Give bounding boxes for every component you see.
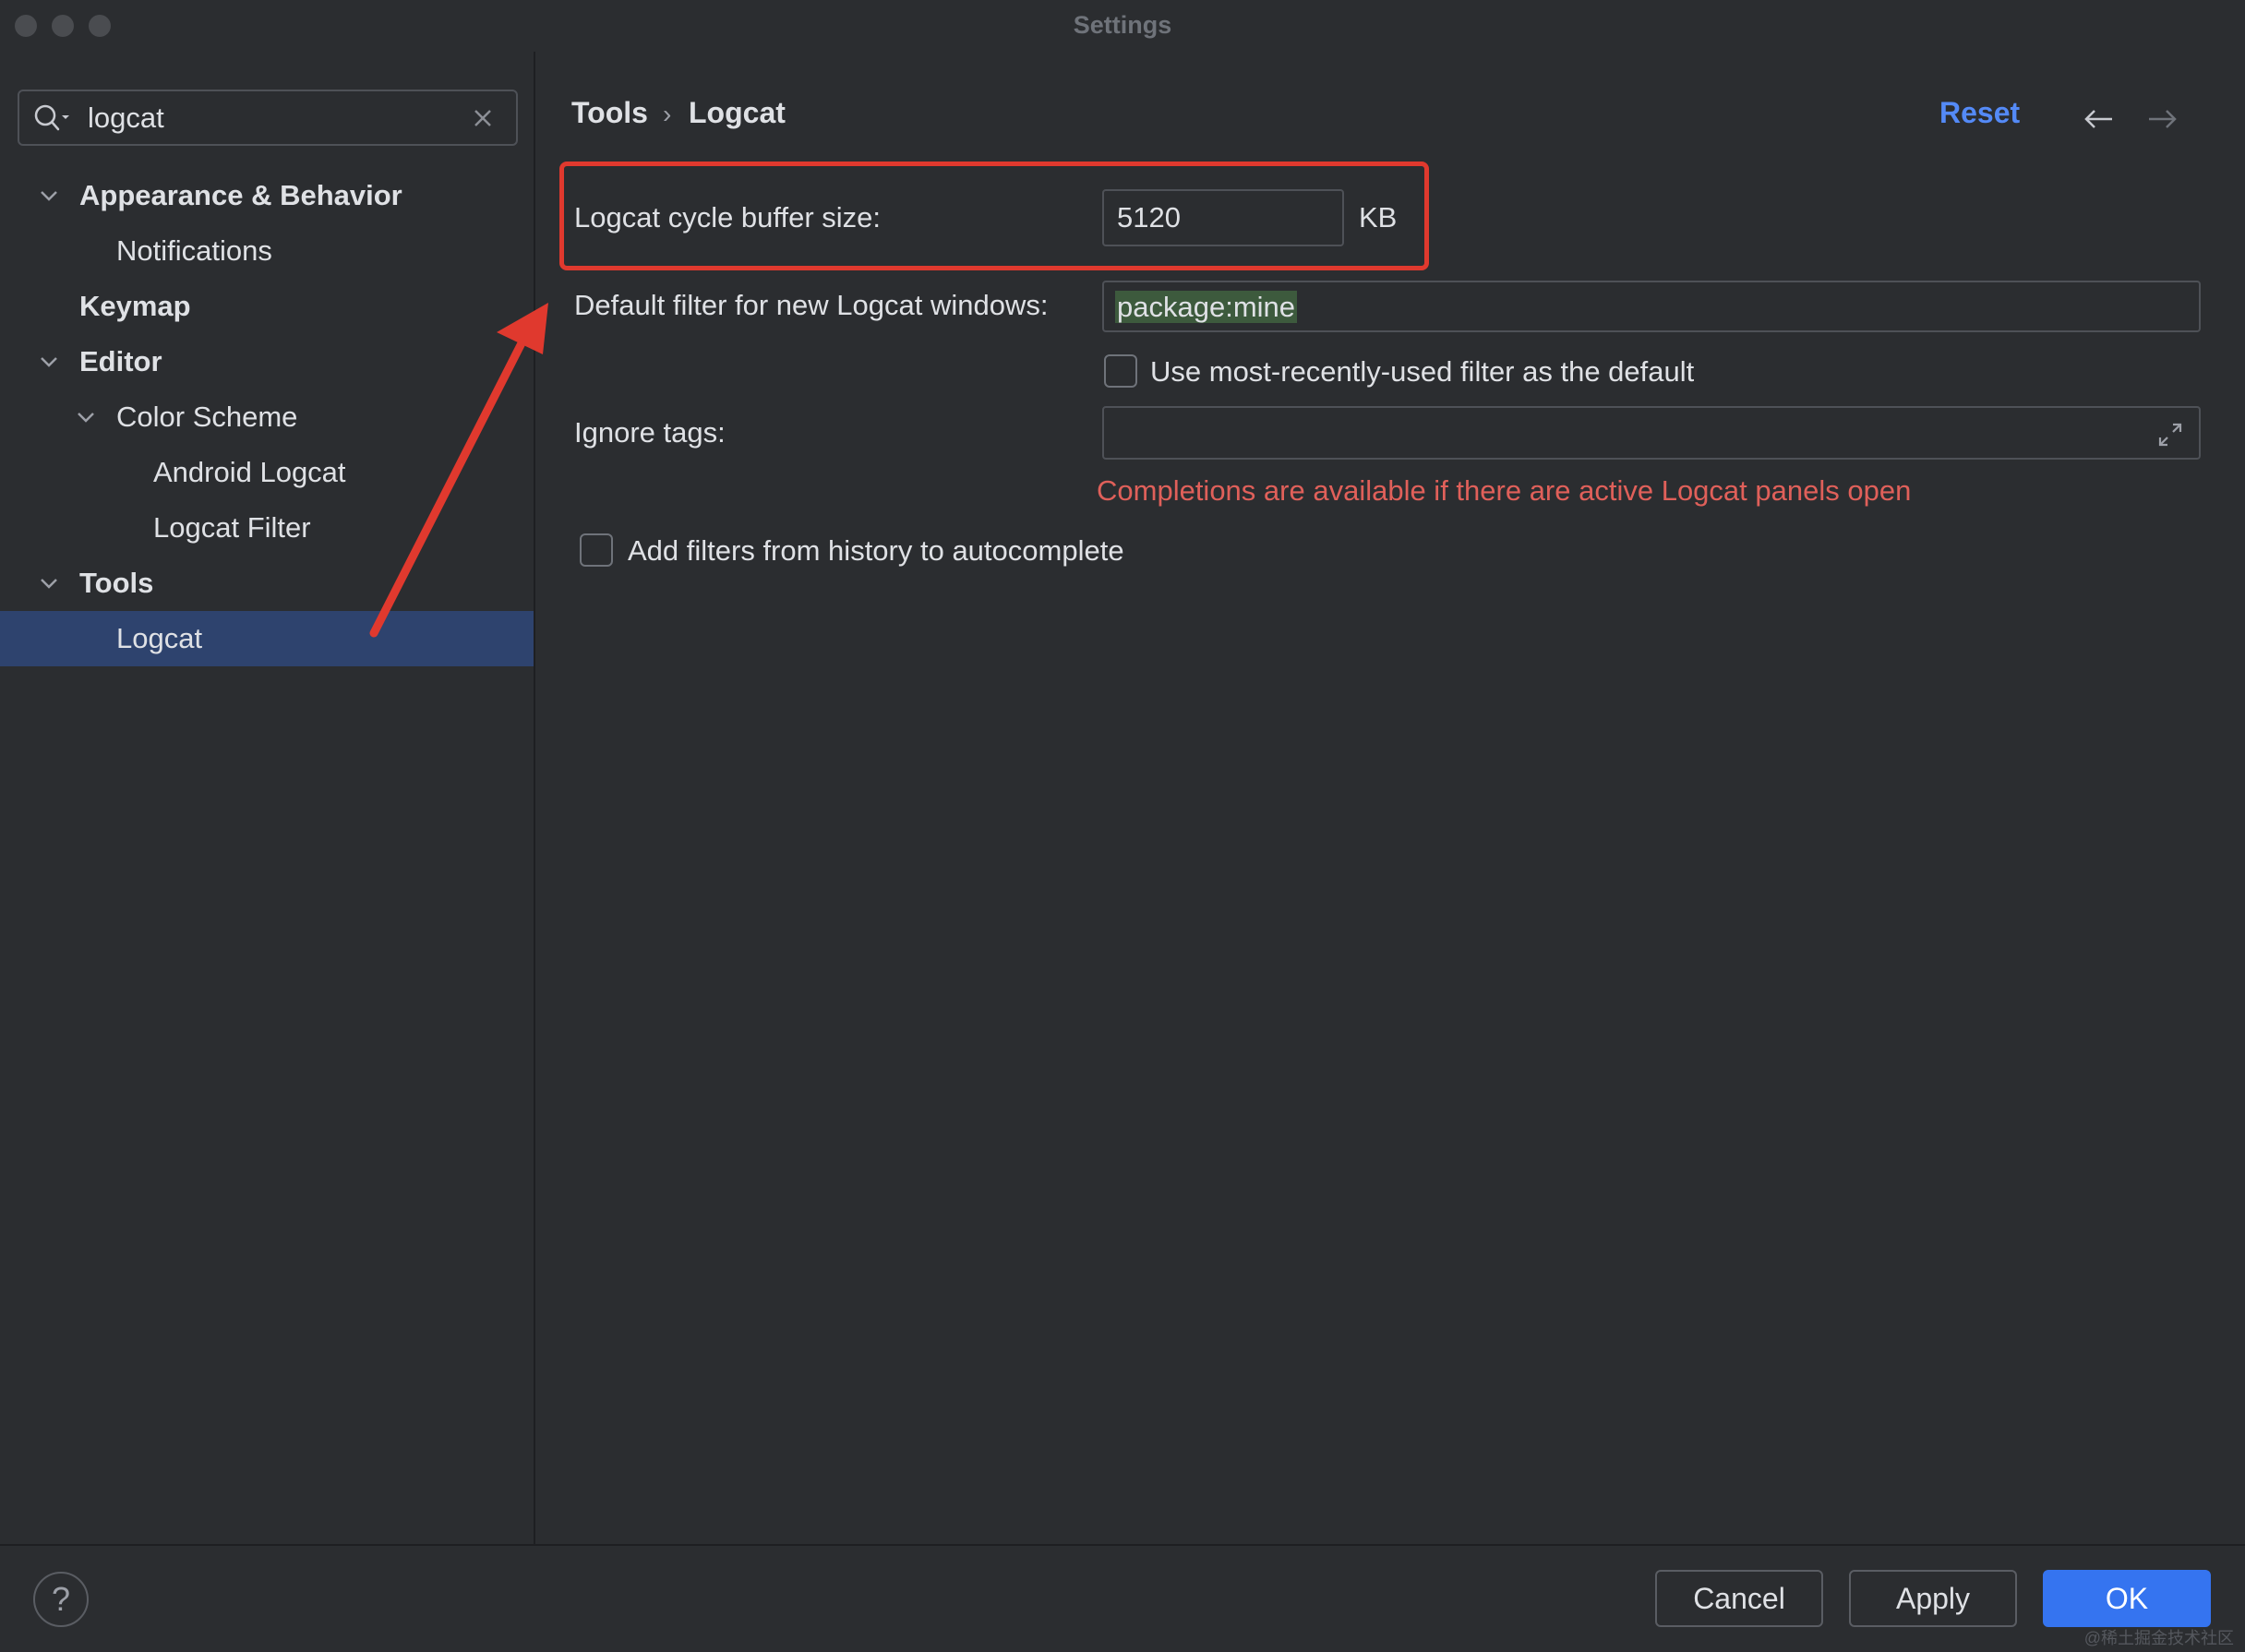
mru-filter-label[interactable]: Use most-recently-used filter as the def… (1150, 355, 1694, 389)
ignore-tags-input[interactable] (1104, 408, 2199, 458)
settings-sidebar: Appearance & Behavior Notifications Keym… (0, 52, 535, 1544)
settings-main-panel: Tools › Logcat Reset Logcat cycle buffer… (537, 52, 2245, 1544)
history-autocomplete-label[interactable]: Add filters from history to autocomplete (628, 534, 1124, 568)
window-title: Settings (1073, 11, 1172, 39)
help-button[interactable]: ? (33, 1572, 89, 1627)
mru-filter-checkbox[interactable] (1104, 354, 1137, 388)
tree-item-logcat-filter[interactable]: Logcat Filter (153, 500, 311, 556)
breadcrumb-current: Logcat (689, 96, 786, 129)
tree-item-appearance-behavior[interactable]: Appearance & Behavior (79, 168, 402, 223)
tree-item-editor[interactable]: Editor (79, 334, 162, 389)
tree-item-tools[interactable]: Tools (79, 556, 153, 611)
tree-item-color-scheme[interactable]: Color Scheme (116, 389, 297, 445)
tree-item-logcat[interactable]: Logcat (116, 611, 202, 666)
watermark: @稀土掘金技术社区 (2083, 1629, 2234, 1647)
ok-button[interactable]: OK (2043, 1570, 2211, 1627)
forward-arrow-icon[interactable] (2143, 105, 2180, 133)
back-arrow-icon[interactable] (2081, 105, 2118, 133)
default-filter-field[interactable]: package:mine (1102, 281, 2201, 332)
chevron-down-icon[interactable] (74, 405, 98, 429)
selected-row-highlight (0, 611, 534, 666)
tree-item-notifications[interactable]: Notifications (116, 223, 272, 279)
apply-button[interactable]: Apply (1849, 1570, 2017, 1627)
chevron-down-icon[interactable] (37, 350, 61, 374)
search-input[interactable] (88, 99, 457, 138)
chevron-down-icon[interactable] (37, 571, 61, 595)
breadcrumb-separator: › (663, 100, 672, 128)
chevron-down-icon[interactable] (37, 184, 61, 208)
window-titlebar: Settings (0, 0, 2245, 52)
clear-icon[interactable] (470, 105, 496, 131)
reset-link[interactable]: Reset (1939, 96, 2020, 130)
cancel-button[interactable]: Cancel (1655, 1570, 1823, 1627)
expand-icon[interactable] (2155, 419, 2186, 450)
dialog-footer: ? Cancel Apply OK @稀土掘金技术社区 (0, 1544, 2245, 1652)
search-icon[interactable] (32, 102, 73, 135)
default-filter-label: Default filter for new Logcat windows: (574, 289, 1049, 321)
tree-item-keymap[interactable]: Keymap (79, 279, 191, 334)
history-autocomplete-checkbox[interactable] (580, 533, 613, 567)
default-filter-value: package:mine (1115, 291, 1298, 323)
ignore-tags-field (1102, 406, 2201, 460)
tree-item-android-logcat[interactable]: Android Logcat (153, 445, 346, 500)
completions-hint: Completions are available if there are a… (1097, 474, 1912, 507)
ignore-tags-label: Ignore tags: (574, 416, 726, 449)
breadcrumb-parent[interactable]: Tools (571, 96, 648, 130)
annotation-highlight-box (559, 162, 1429, 270)
settings-search (18, 90, 518, 146)
